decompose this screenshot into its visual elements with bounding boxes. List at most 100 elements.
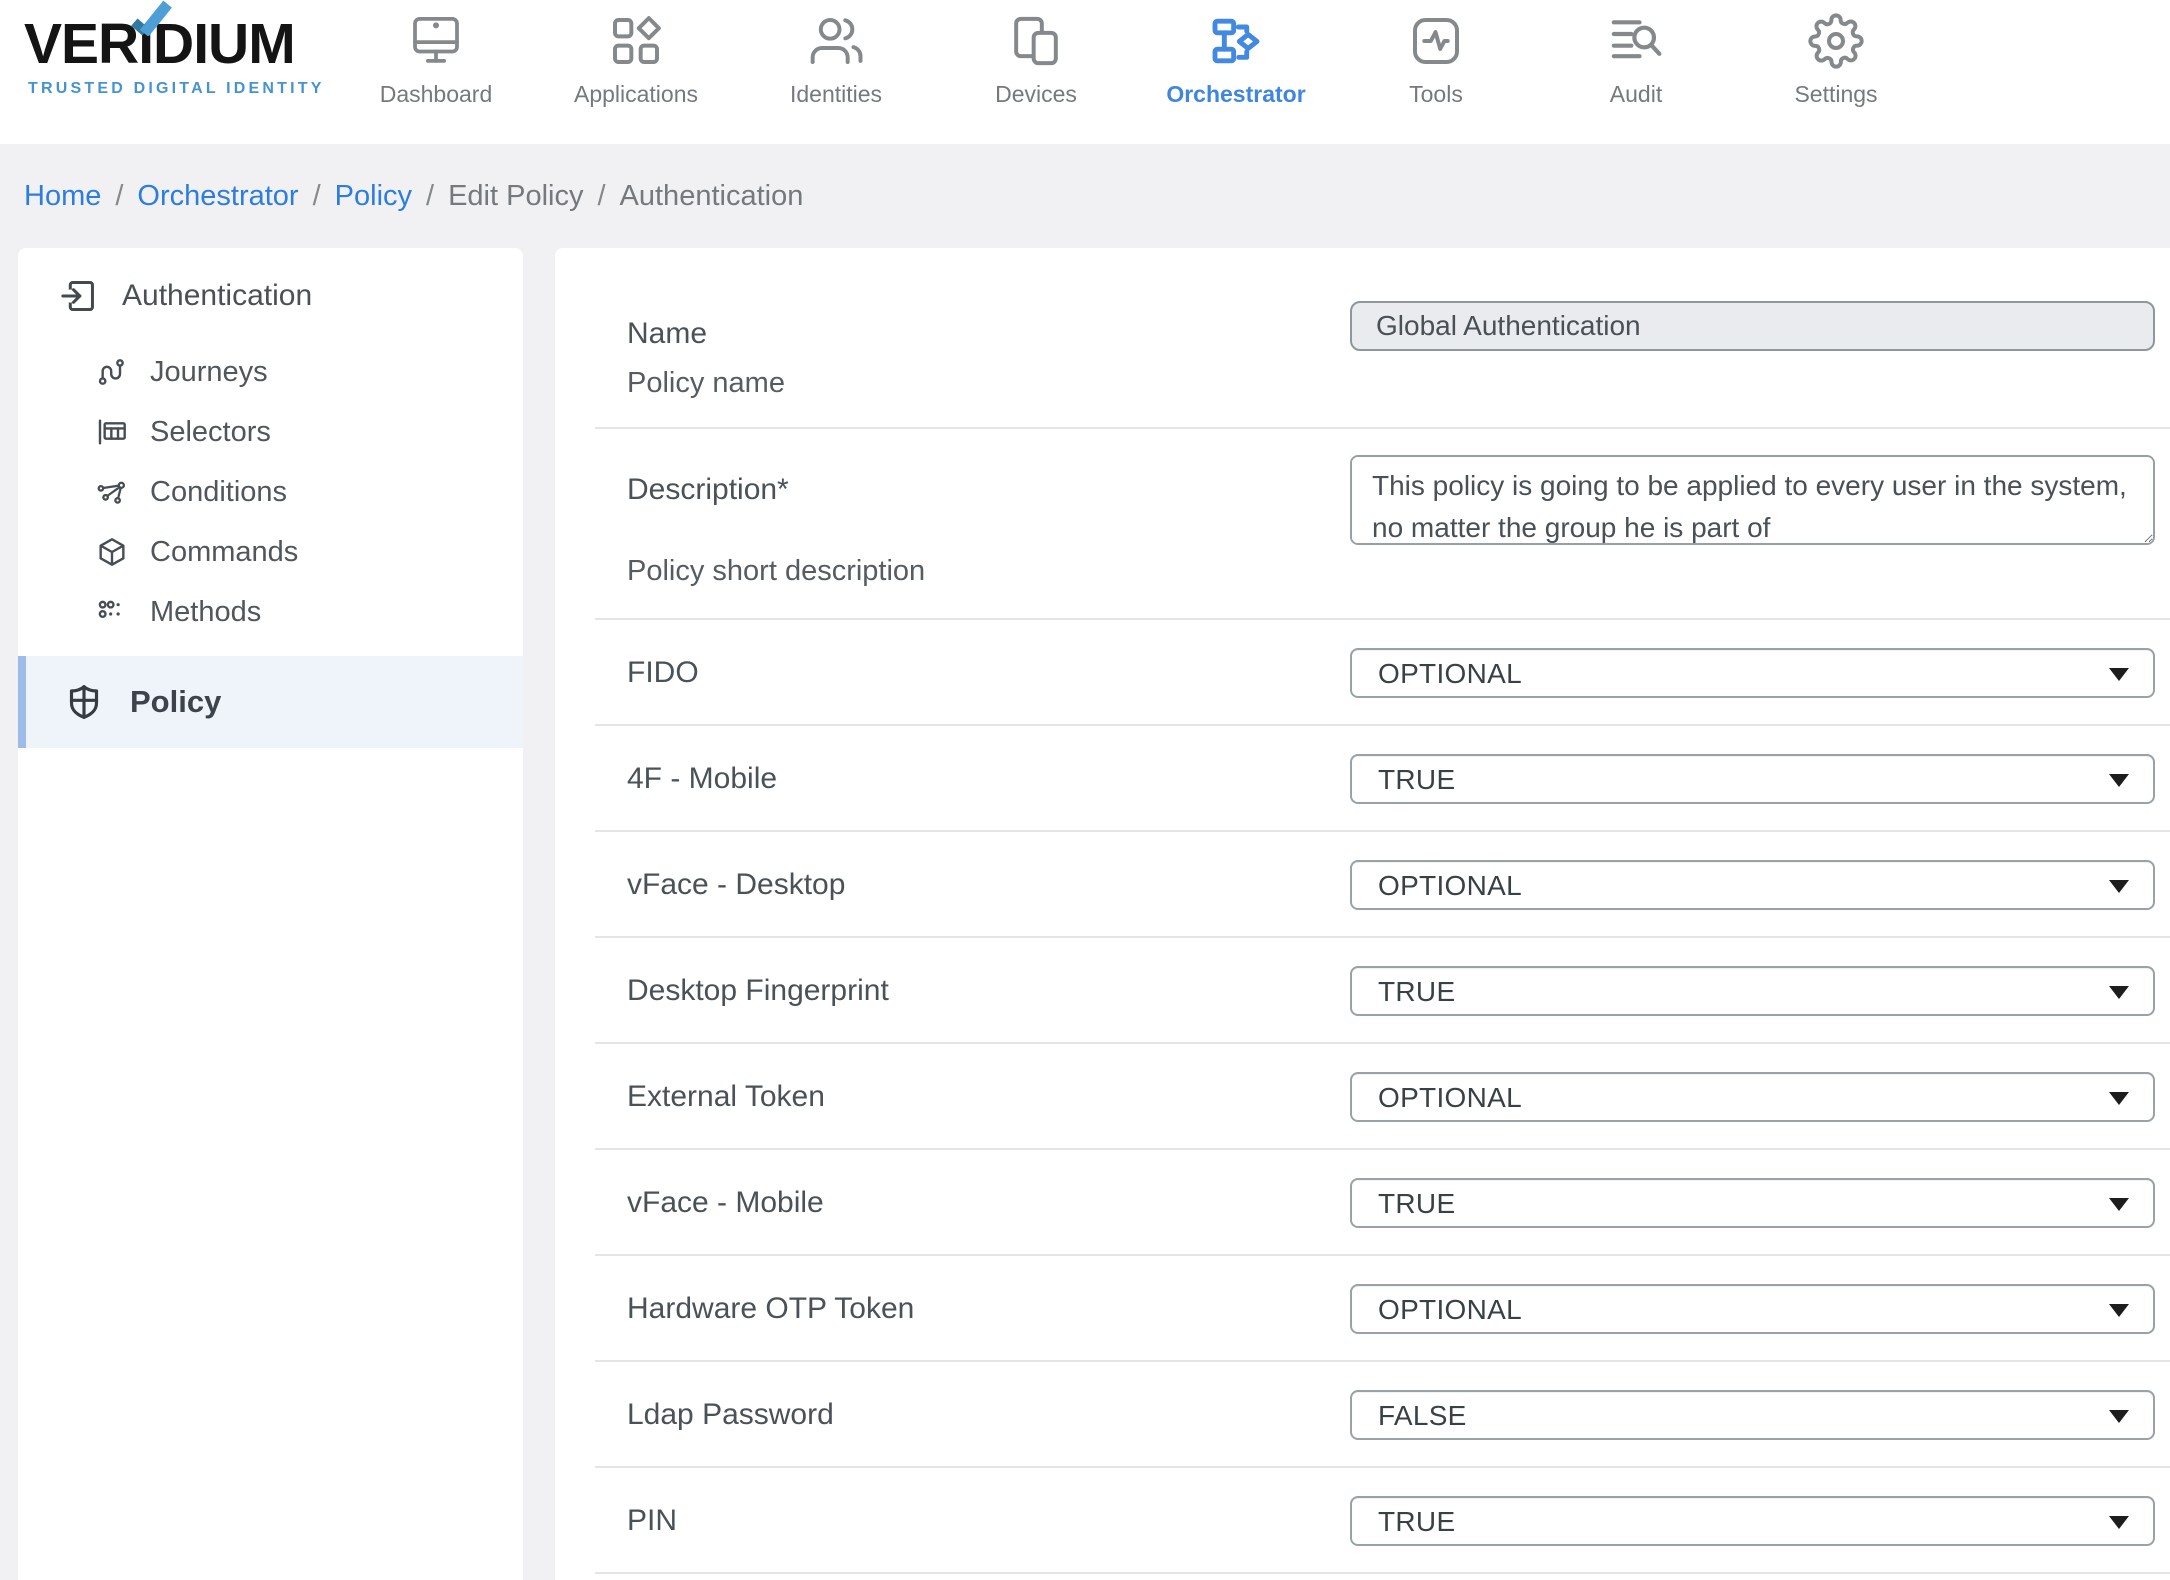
nav-item-applications[interactable]: Applications: [536, 12, 736, 108]
brand-name: VERIDIUM: [24, 16, 324, 73]
sidebar-item-label: Journeys: [150, 356, 268, 389]
devices-icon: [1008, 12, 1064, 70]
method-label: Ldap Password: [627, 1398, 834, 1431]
sidebar-item-selectors[interactable]: Selectors: [18, 402, 523, 462]
description-field-label: Description*: [627, 473, 1350, 507]
fido-select[interactable]: OPTIONAL: [1350, 648, 2155, 698]
nav-item-audit[interactable]: Audit: [1536, 12, 1736, 108]
apps-grid-icon: [608, 12, 664, 70]
policy-description-textarea[interactable]: This policy is going to be applied to ev…: [1350, 455, 2155, 545]
nav-item-devices[interactable]: Devices: [936, 12, 1136, 108]
desktop-fingerprint-select[interactable]: TRUE: [1350, 966, 2155, 1016]
nav-item-label: Settings: [1794, 81, 1877, 108]
select-caret-icon: TRUE: [1350, 1178, 2155, 1228]
nav-item-label: Dashboard: [380, 81, 493, 108]
nav-item-dashboard[interactable]: Dashboard: [336, 12, 536, 108]
name-field-row: Name Policy name: [555, 248, 2170, 429]
nav-item-label: Tools: [1409, 81, 1463, 108]
sidebar-item-label: Methods: [150, 596, 261, 629]
select-caret-icon: OPTIONAL: [1350, 1284, 2155, 1334]
breadcrumb-separator: /: [597, 180, 605, 213]
login-icon: [60, 277, 98, 315]
nav-item-identities[interactable]: Identities: [736, 12, 936, 108]
sidebar-item-commands[interactable]: Commands: [18, 522, 523, 582]
pin-select[interactable]: TRUE: [1350, 1496, 2155, 1546]
branch-nodes-icon: [96, 476, 128, 508]
users-icon: [808, 12, 864, 70]
table-icon: [96, 416, 128, 448]
sidebar-header-label: Authentication: [122, 279, 312, 313]
sidebar-item-label: Conditions: [150, 476, 287, 509]
policy-method-row-pin: PIN TRUE: [555, 1468, 2170, 1574]
policy-method-row-vface-mobile: vFace - Mobile TRUE: [555, 1150, 2170, 1256]
breadcrumb-item-orchestrator[interactable]: Orchestrator: [137, 180, 298, 213]
nav-item-label: Audit: [1610, 81, 1662, 108]
sidebar-item-policy[interactable]: Policy: [18, 656, 523, 748]
description-field-row: Description* Policy short description Th…: [555, 429, 2170, 620]
method-label: vFace - Desktop: [627, 868, 845, 901]
select-caret-icon: FALSE: [1350, 1390, 2155, 1440]
select-caret-icon: OPTIONAL: [1350, 1072, 2155, 1122]
policy-method-row-desktop-fingerprint: Desktop Fingerprint TRUE: [555, 938, 2170, 1044]
external-token-select[interactable]: OPTIONAL: [1350, 1072, 2155, 1122]
method-label: PIN: [627, 1504, 677, 1537]
breadcrumb-item-home[interactable]: Home: [24, 180, 101, 213]
hardware-otp-token-select[interactable]: OPTIONAL: [1350, 1284, 2155, 1334]
nav-item-orchestrator[interactable]: Orchestrator: [1136, 12, 1336, 108]
flowchart-icon: [1208, 12, 1264, 70]
policy-method-row-fido: FIDO OPTIONAL: [555, 620, 2170, 726]
sidebar: Authentication Journeys Selectors Condit…: [18, 248, 523, 1580]
monitor-icon: [408, 12, 464, 70]
nav-item-tools[interactable]: Tools: [1336, 12, 1536, 108]
method-label: External Token: [627, 1080, 825, 1113]
method-label: FIDO: [627, 656, 699, 689]
sidebar-item-label: Policy: [130, 684, 221, 720]
dots-grid-icon: [96, 596, 128, 628]
nav-item-settings[interactable]: Settings: [1736, 12, 1936, 108]
brand-checkmark-icon: [130, 0, 172, 36]
4f-mobile-select[interactable]: TRUE: [1350, 754, 2155, 804]
policy-method-row-hardware-otp-token: Hardware OTP Token OPTIONAL: [555, 1256, 2170, 1362]
breadcrumb-separator: /: [115, 180, 123, 213]
select-caret-icon: TRUE: [1350, 1496, 2155, 1546]
policy-method-row-external-token: External Token OPTIONAL: [555, 1044, 2170, 1150]
method-label: Desktop Fingerprint: [627, 974, 889, 1007]
breadcrumb-separator: /: [426, 180, 434, 213]
description-field-hint: Policy short description: [627, 555, 1350, 588]
breadcrumb-item-edit-policy: Edit Policy: [448, 180, 583, 213]
gear-icon: [1808, 12, 1864, 70]
brand-logo: VERIDIUM TRUSTED DIGITAL IDENTITY: [24, 16, 324, 98]
policy-method-row-ldap-password: Ldap Password FALSE: [555, 1362, 2170, 1468]
select-caret-icon: TRUE: [1350, 754, 2155, 804]
vface-mobile-select[interactable]: TRUE: [1350, 1178, 2155, 1228]
policy-name-input: [1350, 301, 2155, 351]
method-label: 4F - Mobile: [627, 762, 777, 795]
route-icon: [96, 356, 128, 388]
breadcrumb-separator: /: [313, 180, 321, 213]
sidebar-list: Journeys Selectors Conditions Commands M…: [18, 342, 523, 642]
select-caret-icon: OPTIONAL: [1350, 860, 2155, 910]
nav-item-label: Applications: [574, 81, 698, 108]
method-label: vFace - Mobile: [627, 1186, 824, 1219]
breadcrumb: Home / Orchestrator / Policy / Edit Policy / Aut…: [24, 180, 803, 213]
sidebar-item-conditions[interactable]: Conditions: [18, 462, 523, 522]
nav-item-label: Identities: [790, 81, 882, 108]
ldap-password-select[interactable]: FALSE: [1350, 1390, 2155, 1440]
breadcrumb-item-authentication: Authentication: [620, 180, 804, 213]
name-field-hint: Policy name: [627, 367, 1350, 400]
list-search-icon: [1608, 12, 1664, 70]
select-caret-icon: OPTIONAL: [1350, 648, 2155, 698]
policy-method-row-4f-mobile: 4F - Mobile TRUE: [555, 726, 2170, 832]
nav-item-label: Devices: [995, 81, 1077, 108]
cube-icon: [96, 536, 128, 568]
sidebar-header-authentication[interactable]: Authentication: [18, 274, 523, 318]
sidebar-item-methods[interactable]: Methods: [18, 582, 523, 642]
shield-icon: [64, 682, 104, 722]
activity-icon: [1408, 12, 1464, 70]
breadcrumb-item-policy[interactable]: Policy: [335, 180, 412, 213]
method-label: Hardware OTP Token: [627, 1292, 914, 1325]
sidebar-item-journeys[interactable]: Journeys: [18, 342, 523, 402]
vface-desktop-select[interactable]: OPTIONAL: [1350, 860, 2155, 910]
name-field-label: Name: [627, 317, 1350, 351]
sidebar-item-label: Commands: [150, 536, 298, 569]
